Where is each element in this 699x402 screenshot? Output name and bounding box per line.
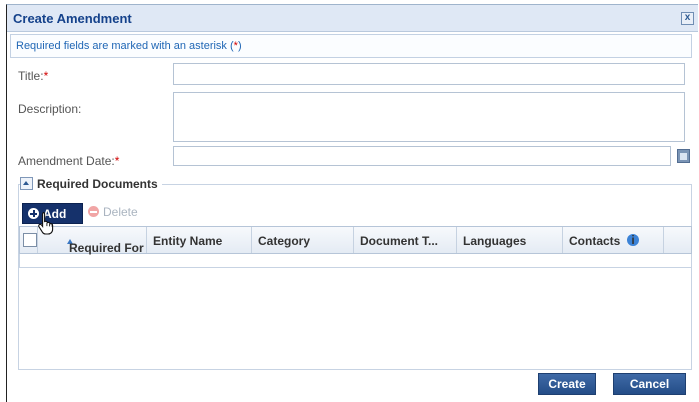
required-fields-notice: Required fields are marked with an aster… [10, 34, 692, 58]
column-entity-name[interactable]: Entity Name [147, 227, 252, 253]
dialog-titlebar: Create Amendment x [7, 5, 698, 32]
description-label: Description: [18, 102, 82, 116]
notice-suffix: ) [237, 40, 242, 52]
delete-button[interactable]: Delete [88, 205, 138, 219]
column-document-type[interactable]: Document T... [354, 227, 457, 253]
column-contacts[interactable]: Contacts [563, 227, 664, 253]
close-icon[interactable]: x [681, 12, 694, 25]
documents-grid-header: Required For Entity Name Category Docume… [19, 226, 692, 255]
notice-prefix: Required fields are marked with an aster… [16, 40, 234, 52]
documents-grid-body [19, 254, 692, 268]
create-button[interactable]: Create [538, 373, 596, 395]
column-languages[interactable]: Languages [457, 227, 563, 253]
select-all-checkbox[interactable] [23, 233, 37, 247]
title-required-marker: * [43, 69, 49, 83]
collapse-toggle-icon[interactable] [20, 177, 33, 191]
amendment-date-required-marker: * [114, 154, 120, 168]
amendment-date-input[interactable] [173, 146, 671, 166]
documents-toolbar: Add Delete [20, 201, 687, 225]
title-label: Title:* [18, 69, 49, 83]
info-icon[interactable]: i [627, 234, 639, 246]
description-textarea[interactable] [173, 92, 685, 142]
amendment-date-label: Amendment Date:* [18, 154, 120, 168]
title-input[interactable] [173, 63, 685, 85]
dialog-title: Create Amendment [13, 11, 132, 26]
required-documents-title: Required Documents [37, 176, 158, 191]
column-category[interactable]: Category [252, 227, 354, 253]
calendar-icon[interactable] [677, 149, 690, 163]
select-all-column [20, 227, 38, 253]
column-info[interactable]: i [621, 227, 645, 253]
required-documents-legend: Required Documents [20, 176, 162, 194]
hand-pointer-icon [38, 211, 54, 235]
delete-circle-icon [88, 206, 99, 217]
cancel-button[interactable]: Cancel [613, 373, 686, 395]
